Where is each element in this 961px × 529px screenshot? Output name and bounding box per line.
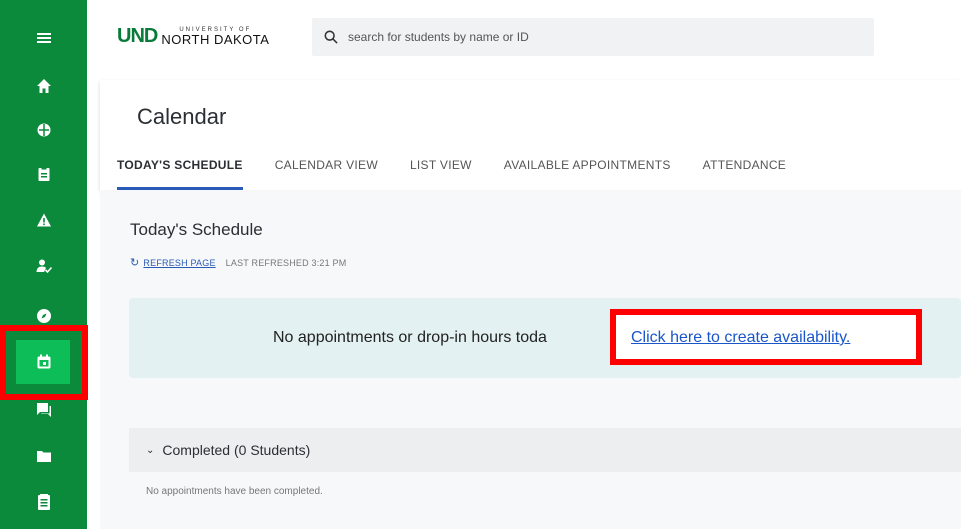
page-title: Calendar (137, 104, 227, 129)
tab-available-appointments[interactable]: AVAILABLE APPOINTMENTS (504, 150, 671, 190)
chat-icon[interactable] (36, 402, 52, 418)
sidebar-highlight-box (0, 325, 88, 400)
tab-list-view[interactable]: LIST VIEW (410, 150, 472, 190)
contact-card-icon[interactable] (36, 494, 52, 510)
create-availability-link[interactable]: Click here to create availability. (631, 329, 850, 347)
logo-und: UND (117, 24, 158, 47)
last-refreshed-text: LAST REFRESHED 3:21 PM (225, 257, 347, 268)
empty-schedule-message: No appointments or drop-in hours toda (273, 329, 547, 346)
sidebar (0, 0, 88, 529)
tab-todays-schedule[interactable]: TODAY'S SCHEDULE (117, 150, 243, 190)
search-icon (324, 30, 338, 44)
search-input[interactable] (346, 29, 830, 45)
home-icon[interactable] (36, 78, 52, 94)
logo-name: NORTH DAKOTA (161, 31, 270, 47)
tab-attendance[interactable]: ATTENDANCE (703, 150, 786, 190)
tab-calendar-view[interactable]: CALENDAR VIEW (275, 150, 378, 190)
folder-icon[interactable] (36, 448, 52, 464)
completed-toggle[interactable]: ⌄ Completed (0 Students) (146, 442, 310, 458)
chevron-down-icon: ⌄ (146, 444, 155, 456)
refresh-page-link[interactable]: REFRESH PAGE (143, 258, 215, 268)
completed-label: Completed (0 Students) (162, 442, 311, 458)
schedule-title: Today's Schedule (130, 220, 263, 239)
calendar-tabs: TODAY'S SCHEDULE CALENDAR VIEW LIST VIEW… (117, 150, 818, 190)
menu-icon[interactable] (36, 30, 52, 46)
globe-icon[interactable] (36, 122, 52, 138)
und-logo[interactable]: UND UNIVERSITY OF NORTH DAKOTA (117, 24, 269, 48)
refresh-icon[interactable]: ↻ (130, 256, 139, 269)
clipboard-icon[interactable] (36, 166, 52, 182)
user-check-icon[interactable] (36, 258, 52, 274)
alert-icon[interactable] (36, 212, 52, 228)
completed-empty-message: No appointments have been completed. (146, 486, 323, 497)
search-bar[interactable] (312, 18, 874, 56)
compass-icon[interactable] (36, 308, 52, 324)
refresh-row: ↻ REFRESH PAGE LAST REFRESHED 3:21 PM (130, 256, 346, 269)
